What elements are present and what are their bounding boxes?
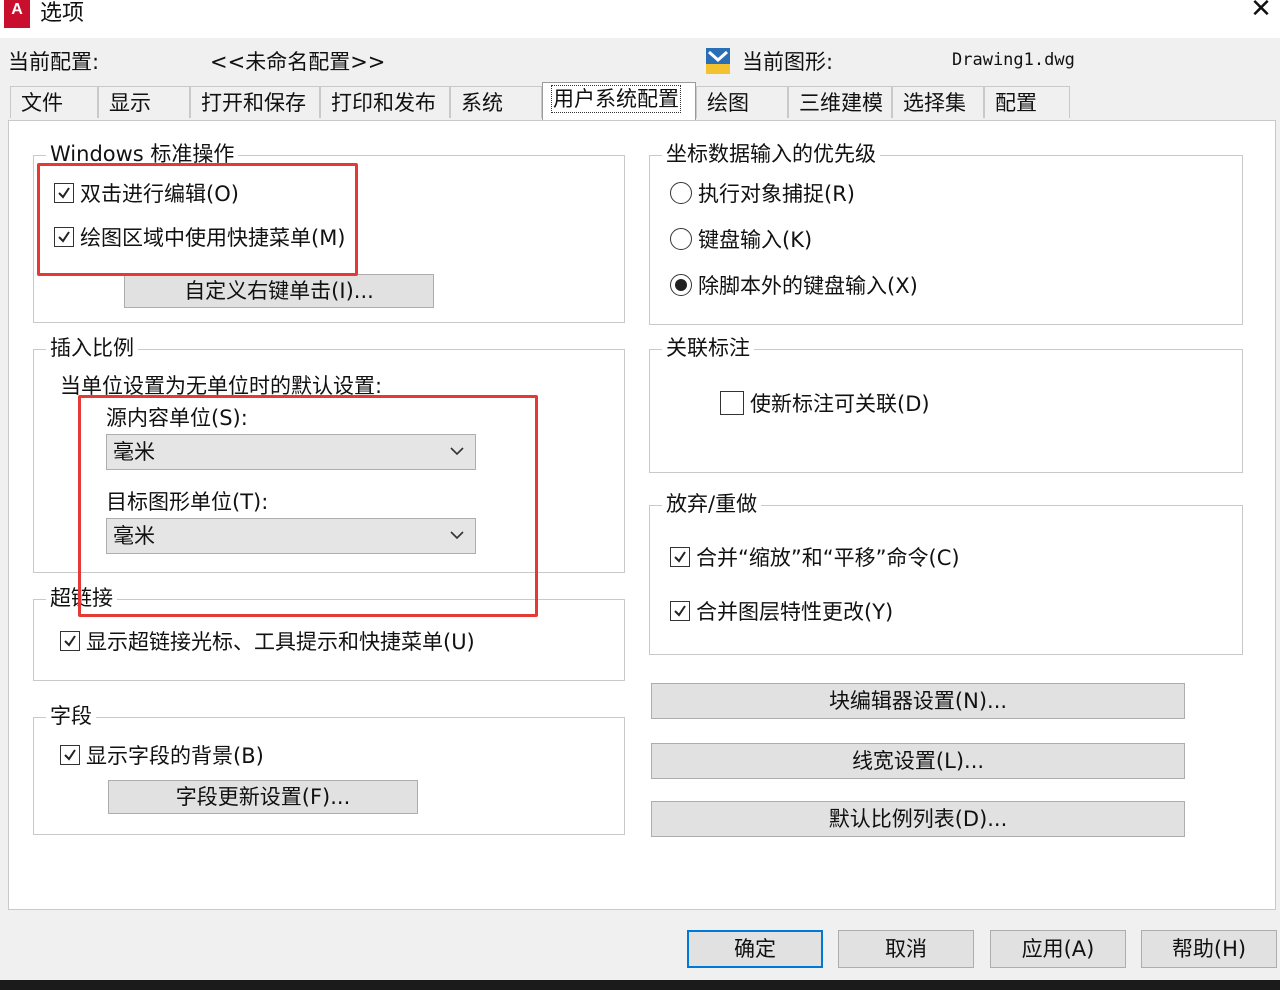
lineweight-settings-button[interactable]: 线宽设置(L)... (651, 743, 1185, 779)
current-profile-label: 当前配置: (8, 50, 100, 74)
radio-unselected-icon[interactable] (670, 182, 692, 204)
radio-keyboard-except-scripts[interactable]: 除脚本外的键盘输入(X) (670, 270, 918, 300)
tab-profiles[interactable]: 配置 (984, 86, 1070, 118)
tab-open-save[interactable]: 打开和保存 (190, 86, 320, 118)
undo-redo-group: 放弃/重做 合并“缩放”和“平移”命令(C) 合并图层特性更改(Y) (649, 491, 1243, 655)
autocad-app-icon: A (4, 0, 30, 28)
radio-selected-icon[interactable] (670, 274, 692, 296)
coord-priority-group: 坐标数据输入的优先级 执行对象捕捉(R) 键盘输入(K) 除脚本外的键盘输入(X… (649, 141, 1243, 325)
hyperlink-option[interactable]: 显示超链接光标、工具提示和快捷菜单(U) (60, 626, 475, 656)
tab-3d-modeling[interactable]: 三维建模 (788, 86, 892, 118)
default-scale-list-button[interactable]: 默认比例列表(D)... (651, 801, 1185, 837)
checkbox-checked-icon[interactable] (60, 631, 80, 651)
radio-unselected-icon[interactable] (670, 228, 692, 250)
combine-zoom-pan-option[interactable]: 合并“缩放”和“平移”命令(C) (670, 542, 960, 572)
field-background-option[interactable]: 显示字段的背景(B) (60, 740, 264, 770)
highlight-box-shortcut-options (37, 163, 358, 276)
fields-group: 字段 显示字段的背景(B) 字段更新设置(F)... (33, 703, 625, 835)
assoc-dim-title: 关联标注 (662, 335, 754, 361)
tab-drafting[interactable]: 绘图 (696, 86, 788, 118)
block-editor-settings-button[interactable]: 块编辑器设置(N)... (651, 683, 1185, 719)
drawing-icon (706, 48, 730, 74)
fields-title: 字段 (46, 703, 96, 729)
combine-layer-option[interactable]: 合并图层特性更改(Y) (670, 596, 893, 626)
checkbox-checked-icon[interactable] (60, 745, 80, 765)
taskbar-edge (0, 980, 1280, 990)
field-update-settings-button[interactable]: 字段更新设置(F)... (108, 780, 418, 814)
title-bar: A 选项 ✕ (0, 0, 1280, 38)
highlight-box-unit-settings (78, 395, 538, 617)
tab-files[interactable]: 文件 (10, 86, 98, 118)
insert-scale-title: 插入比例 (46, 335, 138, 361)
tab-user-preferences[interactable]: 用户系统配置 (542, 82, 696, 120)
checkbox-checked-icon[interactable] (670, 547, 690, 567)
checkbox-unchecked-icon[interactable] (720, 391, 744, 415)
tab-display[interactable]: 显示 (98, 86, 190, 118)
customize-right-click-button[interactable]: 自定义右键单击(I)... (124, 274, 434, 308)
coord-priority-title: 坐标数据输入的优先级 (662, 141, 880, 167)
radio-keyboard[interactable]: 键盘输入(K) (670, 224, 812, 254)
cancel-button[interactable]: 取消 (838, 930, 974, 968)
tab-system[interactable]: 系统 (450, 86, 542, 118)
assoc-dim-option[interactable]: 使新标注可关联(D) (720, 388, 930, 418)
checkbox-checked-icon[interactable] (670, 601, 690, 621)
current-profile-value: <<未命名配置>> (210, 50, 386, 74)
current-drawing-label: 当前图形: (742, 50, 834, 74)
tab-selection[interactable]: 选择集 (892, 86, 984, 118)
apply-button[interactable]: 应用(A) (990, 930, 1126, 968)
help-button[interactable]: 帮助(H) (1141, 930, 1277, 968)
close-icon[interactable]: ✕ (1246, 0, 1276, 24)
current-drawing-value: Drawing1.dwg (952, 50, 1075, 70)
window-title: 选项 (40, 1, 85, 26)
ok-button[interactable]: 确定 (687, 930, 823, 968)
undo-redo-title: 放弃/重做 (662, 491, 762, 517)
radio-osnap[interactable]: 执行对象捕捉(R) (670, 178, 855, 208)
assoc-dim-group: 关联标注 使新标注可关联(D) (649, 335, 1243, 473)
tab-plot-publish[interactable]: 打印和发布 (320, 86, 450, 118)
